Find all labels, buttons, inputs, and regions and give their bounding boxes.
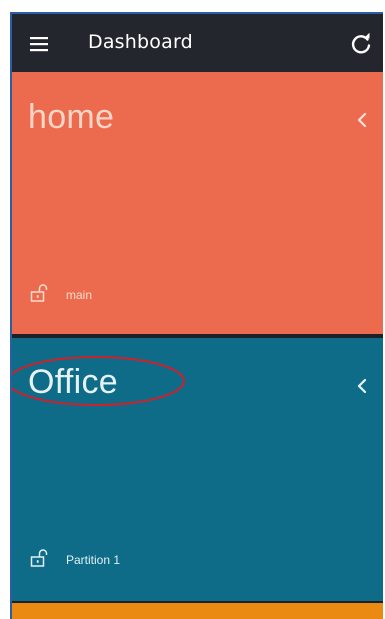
refresh-icon[interactable] [343, 26, 379, 62]
hamburger-menu-icon[interactable] [22, 26, 58, 62]
partition-label: main [66, 288, 93, 302]
area-card-home[interactable]: home main [12, 72, 383, 334]
page-title: Dashboard [88, 31, 193, 53]
area-card-third[interactable] [12, 603, 383, 619]
app-bar: Dashboard [12, 14, 383, 72]
partition-1[interactable]: Partition 1 [30, 549, 120, 571]
unlocked-padlock-icon [30, 284, 48, 306]
screenshot-frame: Dashboard home main Office Partition 1 [0, 0, 385, 619]
area-card-office[interactable]: Office Partition 1 [12, 338, 383, 601]
partition-main[interactable]: main [30, 284, 92, 306]
area-title: home [28, 98, 115, 136]
chevron-left-icon[interactable] [351, 374, 373, 398]
unlocked-padlock-icon [30, 549, 48, 571]
area-title: Office [28, 363, 118, 401]
chevron-left-icon[interactable] [351, 108, 373, 132]
partition-label: Partition 1 [66, 553, 121, 567]
phone-screen: Dashboard home main Office Partition 1 [10, 12, 383, 619]
